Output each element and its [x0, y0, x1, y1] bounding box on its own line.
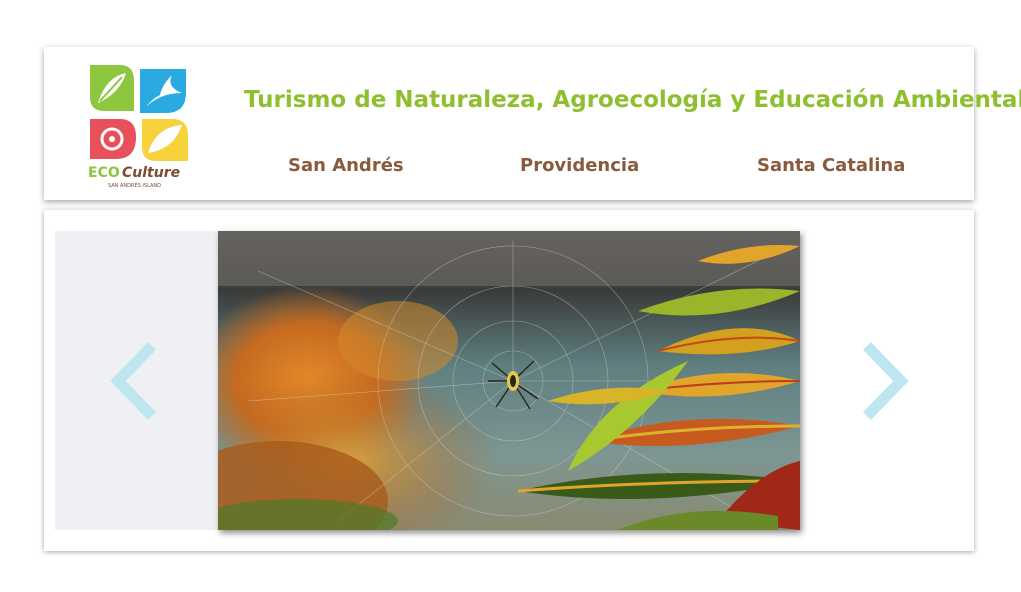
- chevron-left-icon: [110, 342, 156, 420]
- logo-brand-culture: Culture: [122, 165, 180, 181]
- logo-tagline: SAN ANDRÉS ISLAND: [108, 181, 161, 189]
- ecoculture-logo[interactable]: ECO Culture SAN ANDRÉS ISLAND: [86, 63, 190, 191]
- slide-image-spider-web: [218, 231, 800, 530]
- slider-prev-button[interactable]: [108, 340, 160, 426]
- image-slider: [44, 210, 974, 551]
- slider-next-button[interactable]: [859, 340, 911, 426]
- logo-brand-eco: ECO: [88, 165, 120, 181]
- site-title: Turismo de Naturaleza, Agroecología y Ed…: [244, 87, 1021, 113]
- nav-link-providencia[interactable]: Providencia: [520, 155, 639, 176]
- nav-link-santa-catalina[interactable]: Santa Catalina: [757, 155, 905, 176]
- nav-link-san-andres[interactable]: San Andrés: [288, 155, 404, 176]
- site-header: ECO Culture SAN ANDRÉS ISLAND Turismo de…: [44, 47, 1021, 200]
- chevron-right-icon: [863, 342, 909, 420]
